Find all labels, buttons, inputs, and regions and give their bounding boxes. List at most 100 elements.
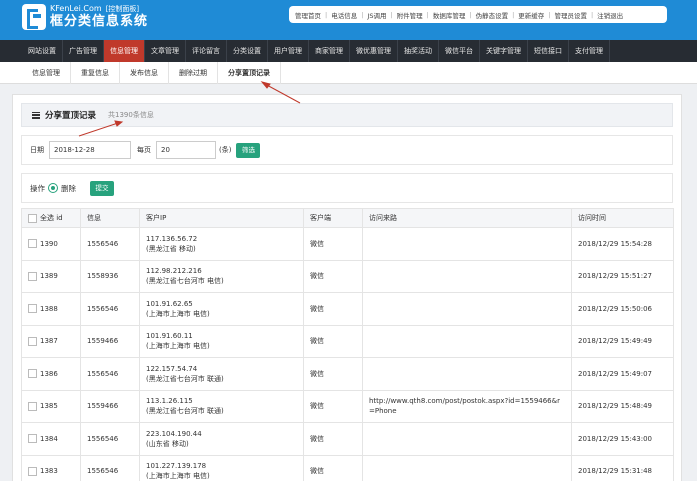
row-client: 微信	[303, 422, 363, 456]
delete-radio[interactable]	[48, 183, 58, 193]
row-referrer-cell	[362, 227, 572, 261]
sub-nav-item-1[interactable]: 重复信息	[71, 61, 120, 84]
header-select-all[interactable]: 全选 id	[21, 208, 81, 228]
row-ip: 101.227.139.178	[146, 462, 207, 471]
top-link-1[interactable]: 电话信息	[331, 10, 357, 20]
row-id-cell: 1384	[21, 422, 81, 456]
row-checkbox[interactable]	[28, 369, 37, 379]
row-info: 1556546	[80, 227, 140, 261]
table-header-row: 全选 id 信息 客户IP 客户端 访问来路 访问时间	[21, 208, 674, 228]
row-id-cell: 1383	[21, 454, 81, 481]
per-page-label: 每页	[137, 146, 151, 154]
header-client: 客户端	[303, 208, 363, 228]
main-nav-item-4[interactable]: 评论留言	[186, 40, 227, 62]
main-nav-item-2[interactable]: 信息管理	[104, 40, 145, 62]
table-row: 1383 1556546 101.227.139.178 (上海市上海市 电信) 微信 2…	[21, 454, 674, 481]
row-time: 2018/12/29 15:48:49	[571, 389, 674, 423]
row-checkbox[interactable]	[28, 466, 37, 476]
filter-button[interactable]: 筛选	[236, 142, 261, 158]
row-referrer[interactable]: http://www.qth8.com/post/postok.aspx?id=…	[369, 396, 565, 416]
main-nav-item-11[interactable]: 关键字管理	[480, 40, 528, 62]
row-ip-cell: 223.104.190.44 (山东省 移动)	[139, 422, 304, 456]
top-link-0[interactable]: 管理首页	[295, 10, 321, 20]
sub-nav-item-4[interactable]: 分享置顶记录	[218, 61, 281, 84]
main-nav-item-5[interactable]: 分类设置	[227, 40, 268, 62]
row-ip-cell: 101.91.60.11 (上海市上海市 电信)	[139, 324, 304, 358]
row-location: (山东省 移动)	[146, 439, 189, 448]
top-link-7[interactable]: 管理员设置	[554, 10, 587, 20]
row-checkbox[interactable]	[28, 271, 37, 281]
page-title: 分享置顶记录	[45, 111, 97, 121]
control-panel-label: [控制面板]	[105, 5, 140, 13]
row-location: (上海市上海市 电信)	[146, 309, 210, 318]
date-input[interactable]: 2018-12-28	[49, 141, 131, 159]
row-ip: 117.136.56.72	[146, 234, 198, 243]
row-time: 2018/12/29 15:43:00	[571, 422, 674, 456]
logo-mark-icon	[22, 4, 46, 30]
main-nav-item-12[interactable]: 短信接口	[528, 40, 569, 62]
main-nav-item-1[interactable]: 广告管理	[63, 40, 104, 62]
main-nav-item-3[interactable]: 文章管理	[145, 40, 186, 62]
filter-bar: 日期 2018-12-28 每页 20 (条) 筛选	[21, 135, 673, 165]
main-nav-item-13[interactable]: 支付管理	[569, 40, 610, 62]
top-link-4[interactable]: 数据库管理	[433, 10, 466, 20]
sub-nav-item-3[interactable]: 删除过期	[169, 61, 218, 84]
row-id: 1388	[40, 304, 58, 313]
row-location: (黑龙江省七台河市 联通)	[146, 374, 224, 383]
main-nav-item-8[interactable]: 微优惠管理	[350, 40, 398, 62]
main-nav-item-6[interactable]: 用户管理	[268, 40, 309, 62]
row-time: 2018/12/29 15:49:07	[571, 357, 674, 391]
per-page-unit: (条)	[219, 146, 232, 154]
top-link-separator: |	[390, 10, 393, 19]
row-checkbox[interactable]	[28, 239, 37, 249]
top-link-8[interactable]: 注销退出	[597, 10, 623, 20]
row-checkbox[interactable]	[28, 336, 37, 346]
row-time: 2018/12/29 15:50:06	[571, 292, 674, 326]
select-all-checkbox[interactable]	[28, 213, 37, 223]
header: KFenLei.Com [控制面板] 框分类信息系统 管理首页 | 电话信息 | JS调用…	[0, 0, 697, 40]
table-row: 1389 1558936 112.98.212.216 (黑龙江省七台河市 电信) 微信…	[21, 259, 674, 293]
header-visit-time: 访问时间	[571, 208, 674, 228]
main-nav-item-10[interactable]: 微信平台	[439, 40, 480, 62]
sub-nav-item-2[interactable]: 发布信息	[120, 61, 169, 84]
top-link-separator: |	[590, 10, 594, 19]
row-location: (黑龙江省 移动)	[146, 244, 196, 253]
submit-button[interactable]: 提交	[90, 180, 114, 196]
top-link-2[interactable]: JS调用	[367, 10, 386, 20]
main-nav-item-0[interactable]: 网站设置	[22, 40, 63, 62]
row-referrer-cell	[362, 454, 572, 481]
row-checkbox[interactable]	[28, 304, 37, 314]
row-client: 微信	[303, 454, 363, 481]
header-info: 信息	[80, 208, 140, 228]
row-checkbox[interactable]	[28, 434, 37, 444]
row-client: 微信	[303, 324, 363, 358]
logo[interactable]: KFenLei.Com [控制面板] 框分类信息系统	[22, 4, 148, 30]
top-link-separator: |	[426, 10, 429, 19]
top-link-separator: |	[512, 10, 515, 19]
top-link-separator: |	[325, 10, 328, 19]
row-ip-cell: 122.157.54.74 (黑龙江省七台河市 联通)	[139, 357, 304, 391]
top-link-6[interactable]: 更新缓存	[518, 10, 544, 20]
row-ip: 113.1.26.115	[146, 397, 193, 406]
operation-bar: 操作 删除 提交	[21, 173, 673, 203]
main-nav-item-9[interactable]: 抽奖活动	[398, 40, 439, 62]
sub-nav-item-0[interactable]: 信息管理	[22, 61, 71, 84]
logo-brand: KFenLei.Com	[50, 4, 102, 13]
top-link-separator: |	[361, 10, 364, 19]
row-time: 2018/12/29 15:54:28	[571, 227, 674, 261]
row-checkbox[interactable]	[28, 401, 37, 411]
main-nav-item-7[interactable]: 商家管理	[309, 40, 350, 62]
row-id-cell: 1389	[21, 259, 81, 293]
table-row: 1384 1556546 223.104.190.44 (山东省 移动) 微信 2018/…	[21, 422, 674, 456]
top-link-3[interactable]: 附件管理	[397, 10, 423, 20]
row-id: 1390	[40, 239, 58, 248]
main-nav: 网站设置 广告管理 信息管理 文章管理 评论留言 分类设置 用户管理 商家管理 微优惠管理 抽奖活…	[0, 40, 697, 62]
delete-option-label: 删除	[61, 183, 76, 193]
top-links-bar: 管理首页 | 电话信息 | JS调用 | 附件管理 | 数据库管理 | 伪静态设置 | 更新缓存 | 管理员…	[289, 6, 667, 23]
per-page-input[interactable]: 20	[156, 141, 216, 159]
table-row: 1388 1556546 101.91.62.65 (上海市上海市 电信) 微信 2018…	[21, 292, 674, 326]
row-info: 1558936	[80, 259, 140, 293]
row-referrer-cell	[362, 259, 572, 293]
row-id-cell: 1388	[21, 292, 81, 326]
top-link-5[interactable]: 伪静态设置	[476, 10, 509, 20]
